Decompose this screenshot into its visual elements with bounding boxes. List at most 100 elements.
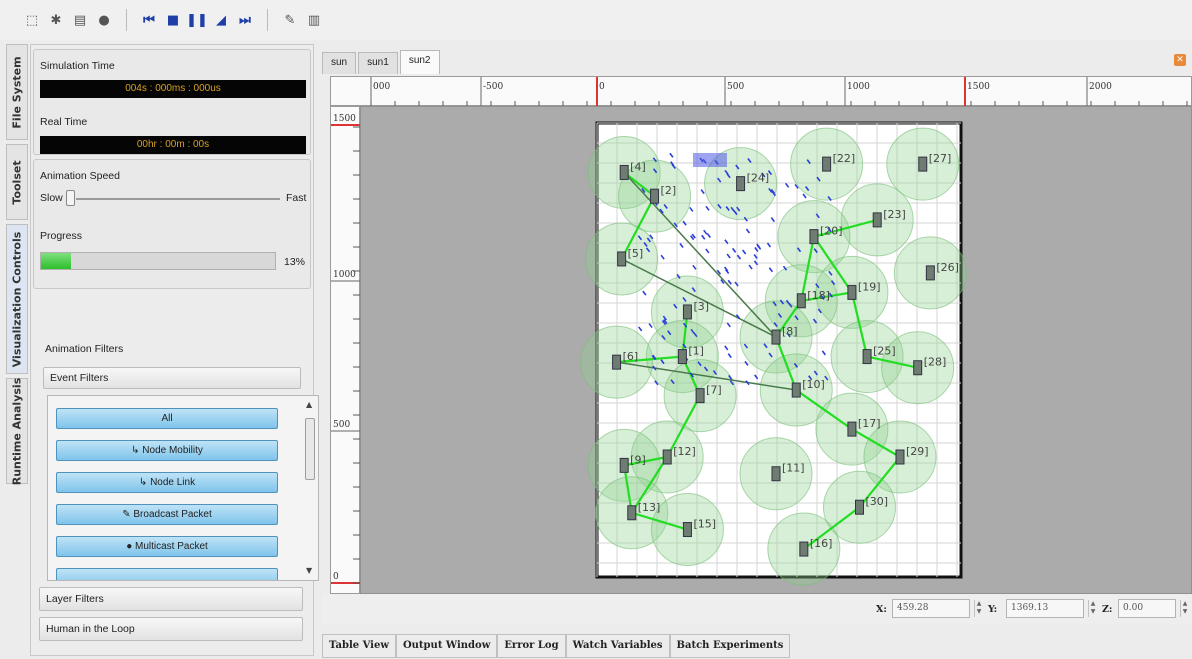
node-label: [3] bbox=[693, 300, 709, 313]
scroll-up-icon[interactable]: ▲ bbox=[306, 400, 312, 409]
z-field[interactable]: 0.00 bbox=[1118, 599, 1176, 618]
vtab-file-system[interactable]: File System bbox=[6, 44, 28, 140]
node-marker[interactable] bbox=[822, 156, 832, 172]
filter-more-button[interactable] bbox=[56, 568, 278, 580]
tab-watch-variables[interactable]: Watch Variables bbox=[565, 634, 670, 658]
select-icon[interactable]: ⬚ bbox=[22, 10, 42, 30]
simulation-canvas[interactable]: [4] [2] [24] [22] [27] [23] [20] [5] [26] [3] [19]… bbox=[360, 106, 1192, 594]
node-label: [6] bbox=[623, 350, 639, 363]
filter-node-link-button[interactable]: ↳ Node Link bbox=[56, 472, 278, 493]
filter-scrollbar[interactable]: ▲ ▼ bbox=[304, 400, 316, 576]
node-label: [24] bbox=[747, 172, 770, 185]
tab-error-log[interactable]: Error Log bbox=[497, 634, 566, 658]
node-marker[interactable] bbox=[855, 499, 864, 515]
node-marker[interactable] bbox=[617, 251, 627, 267]
stop-icon[interactable]: ■ bbox=[163, 10, 183, 30]
filter-multicast-packet-button[interactable]: ● Multicast Packet bbox=[56, 536, 278, 557]
y-field[interactable]: 1369.13 bbox=[1006, 599, 1084, 618]
sim-time-label: Simulation Time bbox=[40, 60, 115, 72]
progress-bar bbox=[40, 252, 276, 270]
ruler-label: 1000 bbox=[333, 270, 356, 280]
node-marker[interactable] bbox=[677, 349, 687, 365]
node-marker[interactable] bbox=[872, 212, 882, 228]
tab-output-window[interactable]: Output Window bbox=[395, 634, 498, 658]
real-time-label: Real Time bbox=[40, 116, 88, 128]
event-filters-header[interactable]: Event Filters bbox=[43, 367, 301, 389]
node-label: [17] bbox=[858, 417, 881, 430]
node-marker[interactable] bbox=[682, 522, 692, 538]
x-label: X: bbox=[876, 604, 887, 615]
vertical-tab-bar: File System Toolset Visualization Contro… bbox=[6, 44, 28, 485]
step-icon[interactable]: ◢ bbox=[211, 10, 231, 30]
node-marker[interactable] bbox=[682, 304, 692, 320]
ruler-label: 1500 bbox=[967, 82, 990, 92]
node-marker[interactable] bbox=[650, 188, 660, 204]
scenario-tab-sun1[interactable]: sun1 bbox=[358, 52, 398, 74]
node-marker[interactable] bbox=[847, 421, 857, 437]
node-marker[interactable] bbox=[612, 354, 622, 370]
vtab-toolset[interactable]: Toolset bbox=[6, 144, 28, 220]
x-field[interactable]: 459.28 bbox=[892, 599, 970, 618]
layer-filters-header[interactable]: Layer Filters bbox=[39, 587, 303, 611]
toolbar-separator bbox=[267, 9, 268, 31]
node-marker[interactable] bbox=[895, 449, 905, 465]
node-marker[interactable] bbox=[791, 382, 801, 398]
filter-all-button[interactable]: All bbox=[56, 408, 278, 429]
human-in-the-loop-header[interactable]: Human in the Loop bbox=[39, 617, 303, 641]
close-icon[interactable]: ✕ bbox=[1174, 54, 1186, 66]
y-spinner-icon[interactable]: ▲ ▼ bbox=[1088, 600, 1097, 617]
node-marker[interactable] bbox=[736, 176, 746, 192]
clapper-icon[interactable]: ▤ bbox=[70, 10, 90, 30]
speed-slider-thumb[interactable] bbox=[66, 190, 75, 206]
node-marker[interactable] bbox=[619, 457, 629, 473]
z-spinner-icon[interactable]: ▲ ▼ bbox=[1180, 600, 1189, 617]
node-marker[interactable] bbox=[662, 449, 672, 465]
node-label: [20] bbox=[820, 225, 843, 238]
vtab-visualization-controls[interactable]: Visualization Controls bbox=[6, 224, 28, 374]
node-label: [28] bbox=[924, 356, 947, 369]
node-label: [12] bbox=[673, 445, 696, 458]
skip-end-icon[interactable]: ⏭ bbox=[235, 10, 255, 30]
pause-icon[interactable]: ❚❚ bbox=[186, 10, 208, 30]
node-marker[interactable] bbox=[862, 349, 872, 365]
node-marker[interactable] bbox=[695, 388, 705, 404]
node-label: [19] bbox=[858, 280, 881, 293]
packet-cluster bbox=[693, 153, 727, 167]
ruler-label: 000 bbox=[373, 82, 390, 92]
scroll-thumb[interactable] bbox=[305, 418, 315, 480]
vertical-ruler: 1500 1000 500 0 bbox=[330, 106, 361, 594]
speed-slider-track[interactable] bbox=[76, 198, 280, 200]
event-filter-list: All ↳ Node Mobility ↳ Node Link ✎ Broadc… bbox=[47, 395, 319, 581]
node-label: [23] bbox=[883, 208, 906, 221]
scenario-tab-sun[interactable]: sun bbox=[322, 52, 357, 74]
node-marker[interactable] bbox=[771, 329, 781, 345]
node-marker[interactable] bbox=[925, 265, 935, 281]
node-marker[interactable] bbox=[918, 156, 928, 172]
scroll-down-icon[interactable]: ▼ bbox=[306, 566, 312, 575]
tab-batch-experiments[interactable]: Batch Experiments bbox=[669, 634, 791, 658]
ruler-label: 0 bbox=[599, 82, 605, 92]
node-marker[interactable] bbox=[796, 293, 806, 309]
node-marker[interactable] bbox=[913, 360, 923, 376]
vtab-runtime-analysis[interactable]: Runtime Analysis bbox=[6, 377, 28, 485]
node-marker[interactable] bbox=[809, 229, 819, 245]
gear-icon[interactable]: ✱ bbox=[46, 10, 66, 30]
edit-icon[interactable]: ✎ bbox=[280, 10, 300, 30]
tab-table-view[interactable]: Table View bbox=[322, 634, 396, 658]
node-marker[interactable] bbox=[799, 541, 809, 557]
skip-start-icon[interactable]: ⏮ bbox=[139, 10, 159, 30]
node-label: [11] bbox=[782, 462, 805, 475]
node-label: [16] bbox=[810, 537, 833, 550]
node-marker[interactable] bbox=[627, 505, 637, 521]
node-label: [9] bbox=[630, 453, 646, 466]
x-spinner-icon[interactable]: ▲ ▼ bbox=[974, 600, 983, 617]
node-marker[interactable] bbox=[619, 164, 629, 180]
node-marker[interactable] bbox=[847, 284, 857, 300]
filter-broadcast-packet-button[interactable]: ✎ Broadcast Packet bbox=[56, 504, 278, 525]
record-icon[interactable]: ● bbox=[94, 10, 114, 30]
node-marker[interactable] bbox=[771, 466, 781, 482]
filter-node-mobility-button[interactable]: ↳ Node Mobility bbox=[56, 440, 278, 461]
ruler-label: 1000 bbox=[847, 82, 870, 92]
chart-icon[interactable]: ▥ bbox=[304, 10, 324, 30]
scenario-tab-sun2[interactable]: sun2 bbox=[399, 50, 440, 74]
